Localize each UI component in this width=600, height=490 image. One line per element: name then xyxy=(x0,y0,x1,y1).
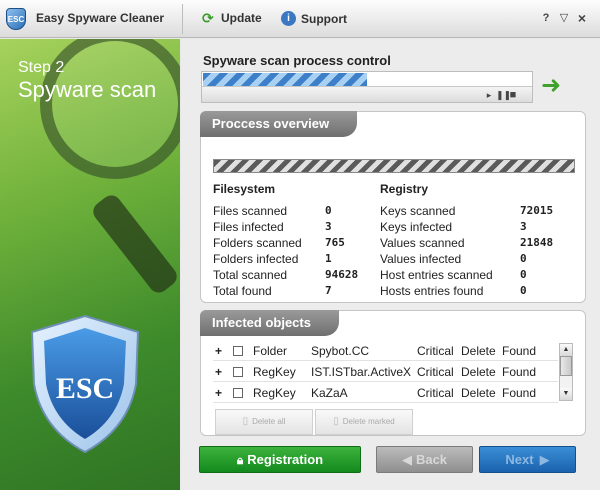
scan-progress-bar: ▸ ❚❚ ■ xyxy=(201,71,533,103)
step-number: Step 2 xyxy=(18,59,65,76)
row-checkbox[interactable] xyxy=(233,346,243,356)
magnifier-handle-graphic xyxy=(89,191,180,297)
lock-icon: 🔒︎ xyxy=(236,453,244,467)
stat-row: Values infected 0 xyxy=(380,252,527,266)
help-button[interactable]: ? xyxy=(540,12,552,24)
title-divider xyxy=(182,4,183,34)
row-checkbox[interactable] xyxy=(233,388,243,398)
scroll-up-icon[interactable]: ▲ xyxy=(560,344,572,356)
support-label: Support xyxy=(301,11,347,26)
step-title: Spyware scan xyxy=(18,77,157,102)
close-button[interactable]: × xyxy=(576,11,588,25)
delete-all-button[interactable]: ▯ Delete all xyxy=(215,409,313,435)
infected-objects-panel: Infected objects + Folder Spybot.CC Crit… xyxy=(200,310,586,436)
infected-row[interactable]: + RegKey IST.ISTbar.ActiveX Critical Del… xyxy=(213,362,558,382)
scan-progress-fill xyxy=(203,73,367,87)
stat-row: Folders infected 1 xyxy=(213,252,332,266)
infected-scrollbar[interactable]: ▲ ▼ xyxy=(559,343,573,401)
overview-activity-bar xyxy=(213,159,575,173)
process-overview-panel: Proccess overview Filesystem Registry Fi… xyxy=(200,111,586,303)
delete-marked-button[interactable]: ▯ Delete marked xyxy=(315,409,413,435)
expand-icon[interactable]: + xyxy=(215,362,222,382)
stat-row: Folders scanned 765 xyxy=(213,236,345,250)
stat-row: Keys infected 3 xyxy=(380,220,527,234)
infected-row[interactable]: + Folder Spybot.CC Critical Delete Found xyxy=(213,341,558,361)
filesystem-heading: Filesystem xyxy=(213,182,276,196)
shield-logo-icon: ESC xyxy=(30,314,140,454)
title-bar: ESC Easy Spyware Cleaner ⟳ Update i Supp… xyxy=(0,0,600,38)
stat-row: Values scanned 21848 xyxy=(380,236,554,250)
info-icon: i xyxy=(281,11,296,26)
stat-row: Keys scanned 72015 xyxy=(380,204,554,218)
registry-stats: Keys scanned 72015 Keys infected 3 Values … xyxy=(380,203,553,299)
update-menu-button[interactable]: ⟳ Update xyxy=(202,11,262,25)
trash-icon: ▯ xyxy=(242,416,249,427)
back-button[interactable]: ◀ Back xyxy=(376,446,473,473)
stat-row: Hosts entries found 0 xyxy=(380,284,527,298)
update-label: Update xyxy=(221,11,262,25)
row-checkbox[interactable] xyxy=(233,367,243,377)
scan-controls-strip: ▸ ❚❚ ■ xyxy=(202,86,532,102)
scroll-thumb[interactable] xyxy=(560,356,572,376)
app-title: Easy Spyware Cleaner xyxy=(36,11,165,25)
app-logo-icon: ESC xyxy=(6,8,26,30)
support-menu-button[interactable]: i Support xyxy=(281,11,347,26)
step-icon[interactable]: ▸ xyxy=(484,90,494,100)
refresh-icon: ⟳ xyxy=(202,10,214,26)
registry-heading: Registry xyxy=(380,182,429,196)
stat-row: Files scanned 0 xyxy=(213,204,332,218)
expand-icon[interactable]: + xyxy=(215,383,222,403)
next-arrow-icon: ▶ xyxy=(539,452,550,467)
next-button[interactable]: Next ▶ xyxy=(479,446,576,473)
expand-icon[interactable]: + xyxy=(215,341,222,361)
minimize-button[interactable]: ▽ xyxy=(558,12,570,24)
stat-row: Total scanned 94628 xyxy=(213,268,359,282)
start-scan-arrow-icon[interactable]: ➜ xyxy=(541,74,567,98)
sidebar: Step 2 Spyware scan ESC xyxy=(0,39,180,490)
stat-row: Files infected 3 xyxy=(213,220,332,234)
stat-row: Total found 7 xyxy=(213,284,332,298)
scan-control-title: Spyware scan process control xyxy=(203,53,391,68)
shield-text: ESC xyxy=(56,372,114,405)
back-arrow-icon: ◀ xyxy=(401,452,412,467)
registration-button[interactable]: 🔒︎ Registration xyxy=(199,446,361,473)
trash-icon: ▯ xyxy=(333,416,339,427)
infected-objects-title: Infected objects xyxy=(200,310,339,336)
stop-icon[interactable]: ■ xyxy=(508,90,518,101)
filesystem-stats: Files scanned 0 Files infected 3 Folders s… xyxy=(213,203,358,299)
infected-row[interactable]: + RegKey KaZaA Critical Delete Found xyxy=(213,383,558,403)
pause-icon[interactable]: ❚❚ xyxy=(496,90,511,100)
stat-row: Host entries scanned 0 xyxy=(380,268,527,282)
process-overview-title: Proccess overview xyxy=(200,111,358,137)
main-panel: Spyware scan process control ▸ ❚❚ ■ ➜ Pr… xyxy=(181,39,600,490)
scroll-down-icon[interactable]: ▼ xyxy=(560,388,572,400)
